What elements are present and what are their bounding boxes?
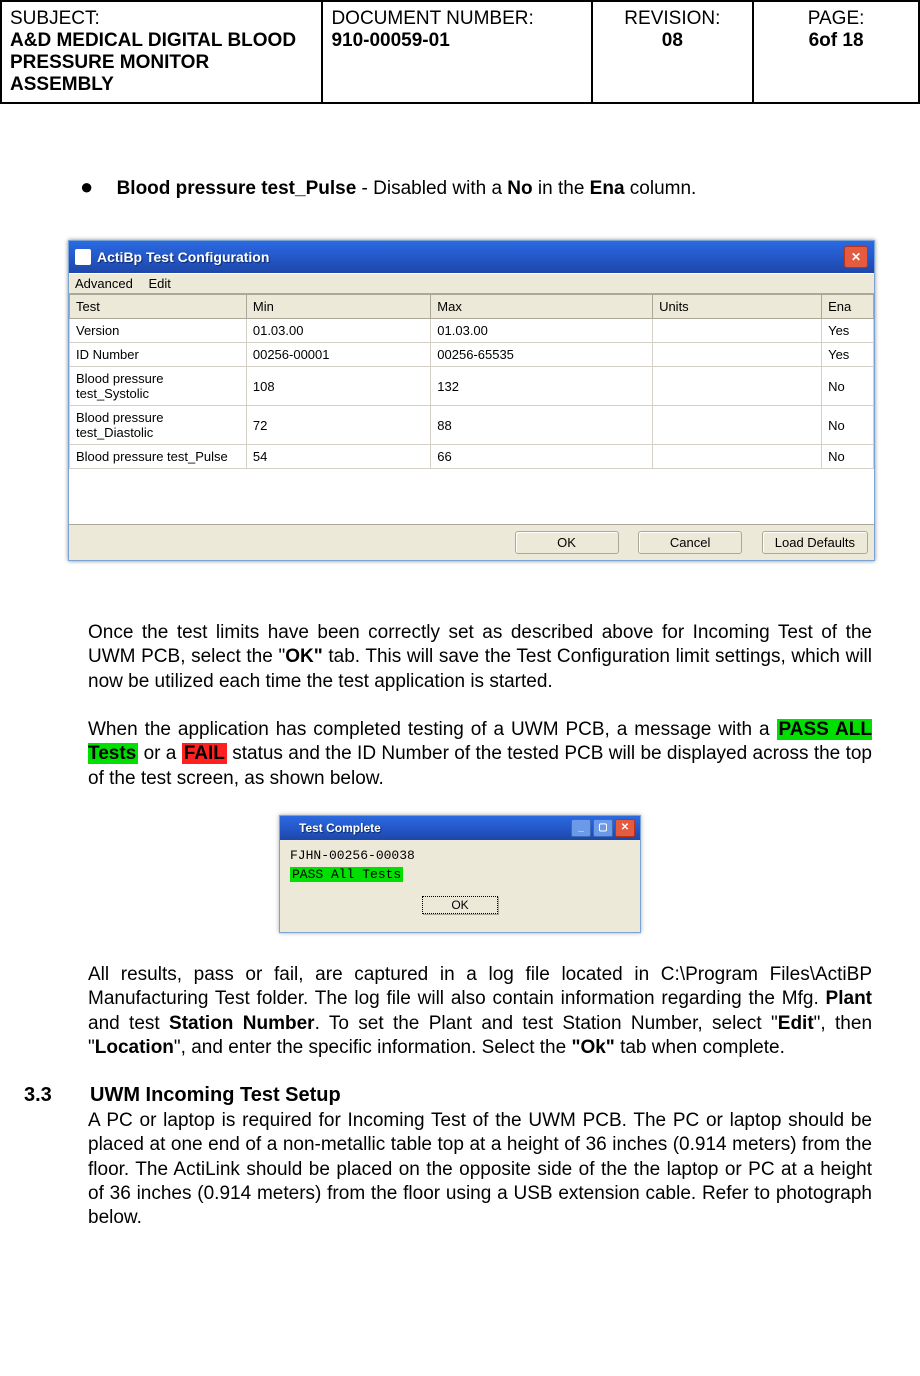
fail-highlight: FAIL: [182, 743, 227, 764]
col-min[interactable]: Min: [246, 295, 430, 319]
ok-button[interactable]: OK: [515, 531, 619, 554]
section-body: A PC or laptop is required for Incoming …: [88, 1109, 872, 1231]
cancel-button[interactable]: Cancel: [638, 531, 742, 554]
blank-area: [69, 469, 874, 524]
cell-max: 132: [431, 367, 653, 406]
cell-units: [653, 367, 822, 406]
cell-max: 01.03.00: [431, 319, 653, 343]
id-number-text: FJHN-00256-00038: [286, 846, 634, 865]
paragraph-config-ok: Once the test limits have been correctly…: [88, 621, 872, 694]
rev-label: REVISION:: [601, 8, 745, 30]
bullet-text2: in the: [533, 178, 590, 199]
station-bold: Station Number: [169, 1013, 315, 1034]
cell-test: ID Number: [70, 343, 247, 367]
page-label: PAGE:: [762, 8, 910, 30]
col-test[interactable]: Test: [70, 295, 247, 319]
cell-ena: No: [822, 445, 874, 469]
ok-bold2: "Ok": [571, 1037, 614, 1058]
dialog-button-row: OK Cancel Load Defaults: [69, 524, 874, 560]
ok-bold: OK": [285, 646, 323, 667]
cell-max: 00256-65535: [431, 343, 653, 367]
table-row[interactable]: ID Number 00256-00001 00256-65535 Yes: [70, 343, 874, 367]
minimize-icon[interactable]: _: [571, 819, 591, 837]
cell-units: [653, 445, 822, 469]
menu-bar: Advanced Edit: [69, 273, 874, 294]
cell-test: Blood pressure test_Pulse: [70, 445, 247, 469]
dialog-title: ActiBp Test Configuration: [97, 249, 844, 265]
cell-min: 72: [246, 406, 430, 445]
bullet-text1: - Disabled with a: [356, 178, 507, 199]
plant-bold: Plant: [826, 988, 872, 1009]
table-row[interactable]: Blood pressure test_Diastolic 72 88 No: [70, 406, 874, 445]
bullet-ena: Ena: [590, 178, 625, 199]
config-dialog: ActiBp Test Configuration ✕ Advanced Edi…: [68, 240, 875, 561]
bullet-text3: column.: [625, 178, 697, 199]
section-title: UWM Incoming Test Setup: [90, 1084, 341, 1107]
cell-max: 66: [431, 445, 653, 469]
cell-ena: Yes: [822, 343, 874, 367]
dialog2-titlebar[interactable]: Test Complete _ ▢ ✕: [280, 816, 640, 840]
close-icon[interactable]: ✕: [615, 819, 635, 837]
cell-test: Blood pressure test_Diastolic: [70, 406, 247, 445]
menu-edit[interactable]: Edit: [148, 276, 170, 291]
table-row[interactable]: Blood pressure test_Pulse 54 66 No: [70, 445, 874, 469]
dialog2-title: Test Complete: [299, 821, 569, 835]
table-row[interactable]: Blood pressure test_Systolic 108 132 No: [70, 367, 874, 406]
paragraph-log-file: All results, pass or fail, are captured …: [88, 963, 872, 1060]
cell-test: Version: [70, 319, 247, 343]
col-ena[interactable]: Ena: [822, 295, 874, 319]
cell-units: [653, 343, 822, 367]
bullet-bold1: Blood pressure test_Pulse: [117, 178, 357, 199]
table-row[interactable]: Version 01.03.00 01.03.00 Yes: [70, 319, 874, 343]
cell-ena: No: [822, 367, 874, 406]
cell-test: Blood pressure test_Systolic: [70, 367, 247, 406]
location-bold: Location: [95, 1037, 174, 1058]
docnum-label: DOCUMENT NUMBER:: [331, 8, 582, 30]
col-max[interactable]: Max: [431, 295, 653, 319]
subject-label: SUBJECT:: [10, 8, 313, 30]
cell-min: 54: [246, 445, 430, 469]
col-units[interactable]: Units: [653, 295, 822, 319]
app-icon: [285, 821, 299, 835]
cell-units: [653, 406, 822, 445]
pass-all-tests-text: PASS All Tests: [290, 867, 403, 882]
cell-max: 88: [431, 406, 653, 445]
section-number: 3.3: [20, 1084, 90, 1107]
test-complete-dialog: Test Complete _ ▢ ✕ FJHN-00256-00038 PAS…: [279, 815, 641, 933]
dialog2-ok-button[interactable]: OK: [422, 896, 497, 914]
doc-header-table: SUBJECT: A&D MEDICAL DIGITAL BLOOD PRESS…: [0, 0, 920, 104]
edit-bold: Edit: [778, 1013, 814, 1034]
bullet-no: No: [507, 178, 532, 199]
bullet-item: ● Blood pressure test_Pulse - Disabled w…: [80, 174, 900, 200]
config-table: Test Min Max Units Ena Version 01.03.00 …: [69, 294, 874, 469]
maximize-icon[interactable]: ▢: [593, 819, 613, 837]
cell-min: 01.03.00: [246, 319, 430, 343]
dialog-titlebar[interactable]: ActiBp Test Configuration ✕: [69, 241, 874, 273]
paragraph-pass-fail: When the application has completed testi…: [88, 718, 872, 791]
close-icon[interactable]: ✕: [844, 246, 868, 268]
rev-value: 08: [601, 30, 745, 52]
load-defaults-button[interactable]: Load Defaults: [762, 531, 868, 554]
dialog2-body: FJHN-00256-00038 PASS All Tests OK: [280, 840, 640, 932]
bullet-icon: ●: [80, 174, 93, 199]
cell-min: 108: [246, 367, 430, 406]
docnum-value: 910-00059-01: [331, 30, 582, 52]
section-heading: 3.3 UWM Incoming Test Setup: [20, 1084, 880, 1107]
app-icon: [75, 249, 91, 265]
cell-min: 00256-00001: [246, 343, 430, 367]
subject-value: A&D MEDICAL DIGITAL BLOOD PRESSURE MONIT…: [10, 30, 313, 96]
menu-advanced[interactable]: Advanced: [75, 276, 133, 291]
cell-units: [653, 319, 822, 343]
page-value: 6of 18: [762, 30, 910, 52]
cell-ena: Yes: [822, 319, 874, 343]
cell-ena: No: [822, 406, 874, 445]
